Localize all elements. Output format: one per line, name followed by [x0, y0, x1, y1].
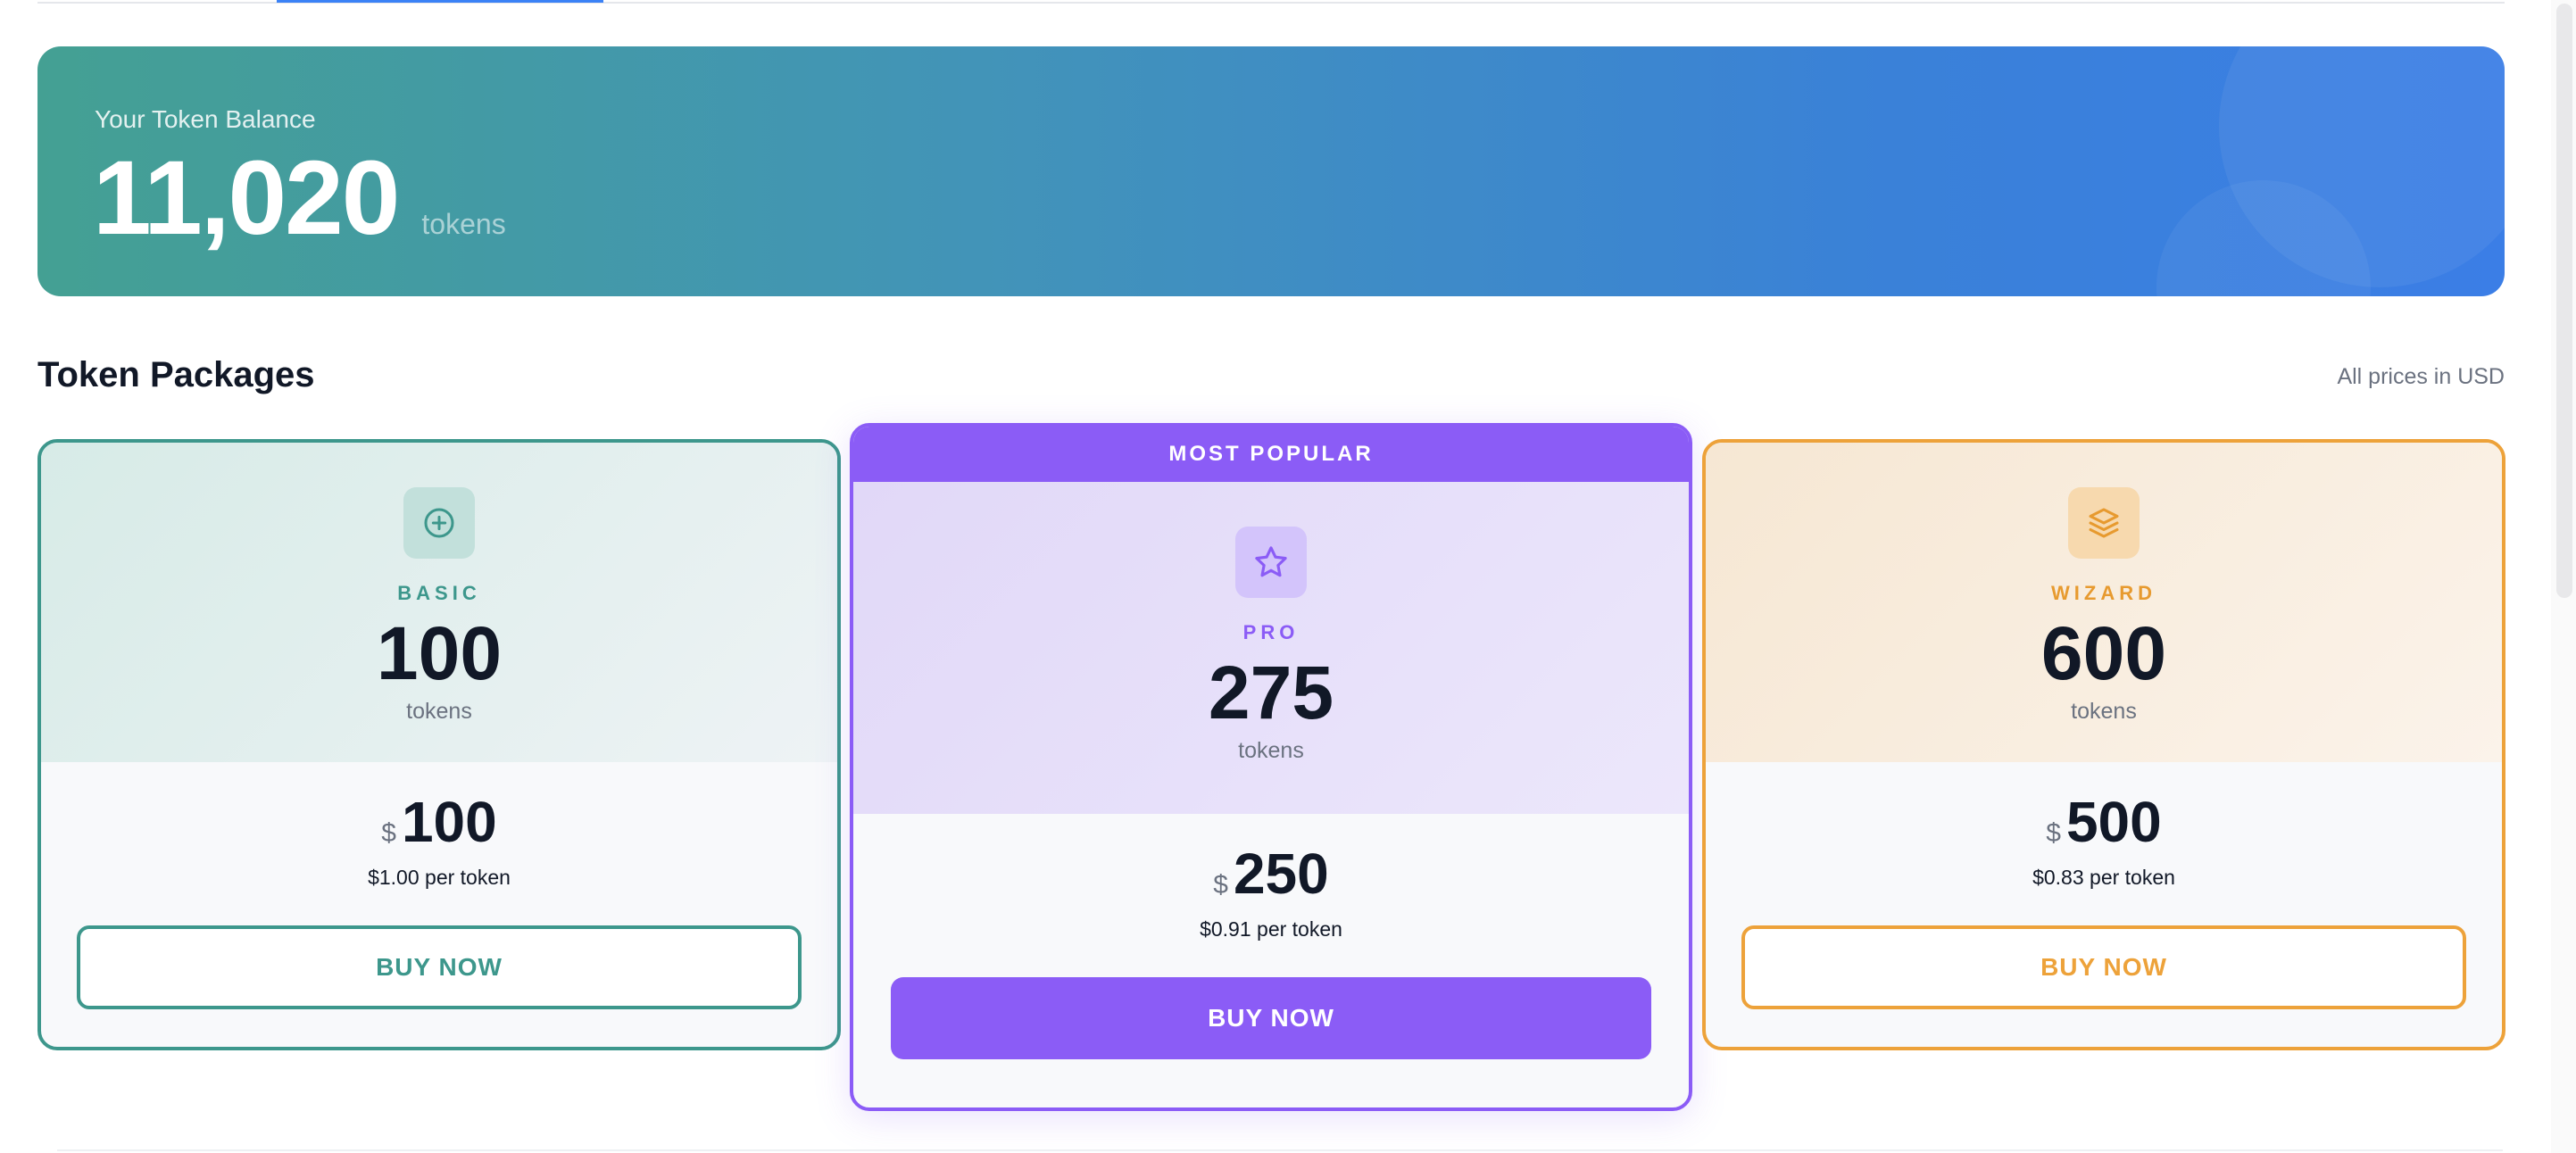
tier-name: PRO	[1242, 621, 1300, 643]
price-row: $ 100	[381, 790, 497, 854]
currency-symbol: $	[2046, 818, 2061, 848]
package-header: WIZARD 600 tokens	[1706, 443, 2502, 762]
buy-basic-button[interactable]: BUY NOW	[77, 925, 802, 1010]
price-value: 100	[401, 790, 497, 854]
per-token-price: $1.00 per token	[368, 866, 511, 890]
currency-symbol: $	[381, 818, 396, 848]
price-value: 500	[2065, 790, 2162, 854]
package-pricing: $ 500 $0.83 per token BUY NOW	[1706, 790, 2502, 1010]
token-balance-card: Your Token Balance 11,020 tokens	[37, 46, 2505, 296]
balance-unit: tokens	[421, 208, 506, 240]
price-row: $ 250	[1213, 842, 1329, 906]
per-token-price: $0.83 per token	[2032, 866, 2175, 890]
package-pricing: $ 100 $1.00 per token BUY NOW	[41, 790, 837, 1010]
token-count: 600	[2040, 611, 2167, 695]
package-card-basic: BASIC 100 tokens $ 100 $1.00 per token B…	[37, 439, 841, 1050]
package-pricing: $ 250 $0.91 per token BUY NOW	[853, 842, 1689, 1060]
package-header: BASIC 100 tokens	[41, 443, 837, 762]
package-header: PRO 275 tokens	[853, 482, 1689, 814]
token-unit: tokens	[406, 698, 472, 724]
bottom-divider	[57, 1149, 2503, 1151]
package-card-pro: MOST POPULAR PRO 275 tokens $ 250 $0.91 …	[850, 423, 1692, 1111]
most-popular-badge: MOST POPULAR	[853, 427, 1689, 482]
token-count: 100	[376, 611, 503, 695]
star-icon	[1235, 527, 1307, 598]
token-count: 275	[1208, 651, 1334, 734]
price-value: 250	[1233, 842, 1329, 906]
package-card-wizard: WIZARD 600 tokens $ 500 $0.83 per token …	[1702, 439, 2505, 1050]
layers-icon	[2068, 487, 2140, 559]
buy-wizard-button[interactable]: BUY NOW	[1741, 925, 2466, 1010]
currency-symbol: $	[1213, 870, 1228, 900]
tier-name: WIZARD	[2051, 582, 2156, 604]
currency-note: All prices in USD	[2337, 364, 2505, 389]
balance-value: 11,020	[93, 139, 400, 257]
per-token-price: $0.91 per token	[1200, 917, 1342, 941]
scrollbar-thumb[interactable]	[2556, 4, 2572, 598]
page: Your Token Balance 11,020 tokens Token P…	[0, 0, 2576, 1153]
balance-row: 11,020 tokens	[93, 136, 506, 262]
balance-label: Your Token Balance	[95, 105, 316, 133]
buy-pro-button[interactable]: BUY NOW	[891, 977, 1651, 1060]
scrollbar-track[interactable]	[2551, 0, 2576, 1153]
tier-name: BASIC	[397, 582, 481, 604]
active-tab-underline	[277, 0, 603, 3]
price-row: $ 500	[2046, 790, 2162, 854]
token-unit: tokens	[1238, 737, 1304, 763]
section-title: Token Packages	[37, 355, 315, 394]
plus-circle-icon	[403, 487, 475, 559]
token-unit: tokens	[2071, 698, 2137, 724]
